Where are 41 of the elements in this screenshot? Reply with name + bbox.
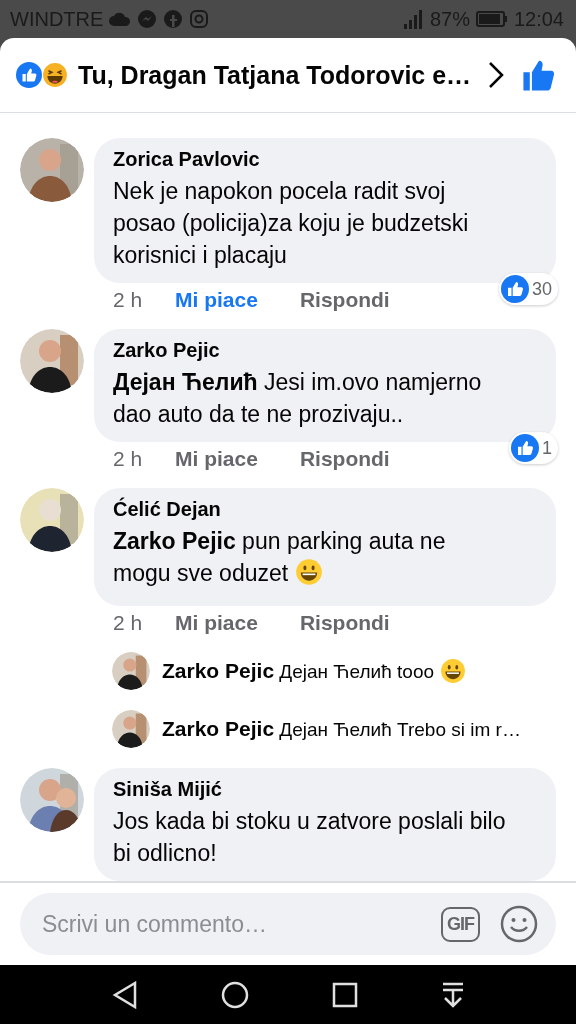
- comment-time: 2 h: [113, 611, 144, 635]
- reaction-count[interactable]: 30: [498, 273, 558, 305]
- comment-author[interactable]: Zorica Pavlovic: [113, 148, 506, 171]
- like-link[interactable]: Mi piace: [175, 611, 258, 635]
- comment-author[interactable]: Ćelić Dejan: [113, 498, 506, 521]
- laughing-face-icon: [42, 62, 68, 88]
- reactions-title[interactable]: Tu, Dragan Tatjana Todorovic e…: [78, 60, 472, 90]
- grinning-face-icon: [294, 558, 323, 586]
- battery-icon: [475, 11, 508, 27]
- like-link[interactable]: Mi piace: [175, 447, 258, 471]
- comment-author[interactable]: Zarko Pejic: [113, 339, 506, 362]
- gif-button[interactable]: GIF: [441, 906, 480, 942]
- chat-icon: [137, 9, 158, 29]
- reaction-count[interactable]: 1: [509, 432, 558, 464]
- comment-author[interactable]: Siniša Mijić: [113, 778, 506, 801]
- recents-icon[interactable]: [331, 981, 358, 1008]
- reply-link[interactable]: Rispondi: [299, 288, 390, 312]
- thumbs-up-icon: [500, 275, 529, 303]
- back-icon[interactable]: [111, 980, 138, 1009]
- cloud-icon: [109, 12, 132, 26]
- thumbs-up-icon[interactable]: [522, 58, 556, 92]
- comment-time: 2 h: [113, 447, 144, 471]
- reply-text[interactable]: Zarko Pejic Дејан Ћелић Trebo si im r…: [162, 717, 521, 741]
- camera-icon: [189, 9, 210, 29]
- grinning-face-icon: [440, 658, 467, 684]
- comment-text: Дејан Ћелић Jesi im.ovo namjerno dao auto da te ne prozivaju..: [113, 368, 483, 429]
- comment-text: Nek je napokon pocela radit svoj posao (policija)za koju je budzetski korisnici i placaju: [113, 177, 470, 270]
- reply-link[interactable]: Rispondi: [299, 447, 390, 471]
- comment-field[interactable]: Scrivi un commento… GIF: [20, 893, 556, 955]
- comment-time: 2 h: [113, 288, 144, 312]
- reply-text[interactable]: Zarko Pejic Дејан Ћелић tooo: [162, 658, 467, 684]
- reply-link[interactable]: Rispondi: [299, 611, 390, 635]
- comment-text: Zarko Pejic pun parking auta ne mogu sve oduzet: [113, 527, 447, 588]
- thumbs-up-icon: [16, 62, 42, 88]
- notification-pull-icon[interactable]: [440, 980, 465, 1009]
- chevron-right-icon[interactable]: [487, 61, 506, 89]
- like-link[interactable]: Mi piace: [175, 288, 258, 312]
- thumbs-up-icon: [511, 434, 539, 462]
- smiley-icon[interactable]: [500, 905, 538, 943]
- comment-text: Jos kada bi stoku u zatvore poslali bilo bi odlicno!: [113, 807, 506, 868]
- home-icon[interactable]: [220, 980, 249, 1009]
